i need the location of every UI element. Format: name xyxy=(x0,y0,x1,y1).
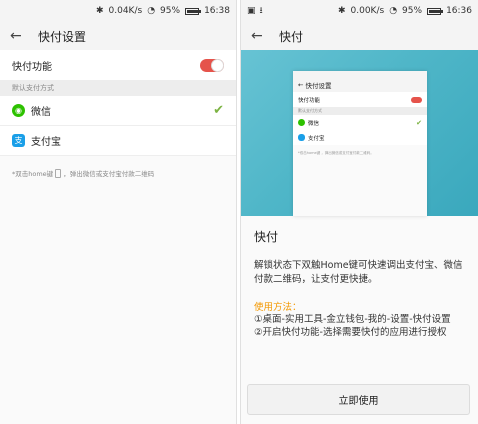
preview-wechat-label: 微信 xyxy=(308,120,320,127)
hint-part-2: ，弹出微信或支付宝付款二维码 xyxy=(63,170,155,178)
preview-toggle xyxy=(411,96,422,103)
usage-step-2: ②开启快付功能-选择需要快付的应用进行授权 xyxy=(254,327,447,338)
preview-alipay-label: 支付宝 xyxy=(308,135,325,142)
wechat-icon: ◉ xyxy=(12,104,25,117)
option-label: 微信 xyxy=(31,107,51,118)
page-title: 快付设置 xyxy=(38,29,87,44)
toggle-knob xyxy=(211,58,224,72)
battery-percent: 95% xyxy=(160,6,181,16)
network-speed: 0.04K/s xyxy=(108,6,143,16)
preview-toggle-row: 快付功能 xyxy=(293,92,427,107)
image-notification-icon: ▣ xyxy=(247,5,256,16)
checkmark-icon: ✔ xyxy=(416,118,422,127)
usage-step-1: ①桌面-实用工具-金立钱包-我的-设置-快付设置 xyxy=(254,314,451,325)
title-bar: ← 快付 xyxy=(241,22,478,50)
alipay-icon: 支 xyxy=(12,134,25,147)
checkmark-icon: ✔ xyxy=(213,103,224,118)
payment-option-wechat[interactable]: ◉ 微信 ✔ xyxy=(0,96,236,126)
network-speed: 0.00K/s xyxy=(350,6,385,16)
download-icon: ⭳ xyxy=(259,5,263,16)
preview-back-icon: ← xyxy=(298,81,306,89)
hint-part-1: *双击home键 xyxy=(12,170,54,178)
battery-icon xyxy=(185,7,202,15)
quickpay-intro-screen: ▣ ⭳ ✱ 0.00K/s ◔ 95% 16:36 ← 快付 ← 快付设置 快付… xyxy=(240,0,478,424)
battery-percent: 95% xyxy=(402,6,423,16)
quickpay-toggle-row: 快付功能 xyxy=(0,50,236,80)
preview-section: 默认支付方式 xyxy=(293,107,427,115)
home-key-icon xyxy=(55,168,62,178)
section-header: 默认支付方式 xyxy=(0,80,236,96)
quickpay-toggle[interactable] xyxy=(200,58,224,72)
status-bar: ✱ 0.04K/s ◔ 95% 16:38 xyxy=(0,0,236,22)
preview-title: ← 快付设置 xyxy=(293,78,427,92)
wifi-icon: ◔ xyxy=(147,5,156,16)
back-arrow-icon[interactable]: ← xyxy=(251,28,273,44)
preview-wechat-row: 微信 ✔ xyxy=(293,115,427,130)
toggle-label: 快付功能 xyxy=(12,61,52,73)
usage-label: 使用方法： xyxy=(254,302,302,313)
page-title: 快付 xyxy=(279,29,304,44)
preview-toggle-label: 快付功能 xyxy=(298,97,321,104)
status-bar: ▣ ⭳ ✱ 0.00K/s ◔ 95% 16:36 xyxy=(241,0,478,22)
intro-content: 快付 解锁状态下双触Home键可快速调出支付宝、微信付款二维码，让支付更快捷。 … xyxy=(241,216,478,351)
preview-hint: *双击home键 ，弹出微信或支付宝付款二维码。 xyxy=(298,151,374,155)
bluetooth-icon: ✱ xyxy=(337,5,346,16)
option-label: 支付宝 xyxy=(31,137,61,148)
alipay-icon xyxy=(298,134,305,141)
feature-description: 解锁状态下双触Home键可快速调出支付宝、微信付款二维码，让支付更快捷。 xyxy=(254,260,463,285)
use-now-button[interactable]: 立即使用 xyxy=(247,384,470,415)
payment-option-alipay[interactable]: 支 支付宝 xyxy=(0,126,236,156)
bluetooth-icon: ✱ xyxy=(95,5,104,16)
battery-icon xyxy=(427,7,444,15)
settings-screen: ✱ 0.04K/s ◔ 95% 16:38 ← 快付设置 快付功能 默认支付方式… xyxy=(0,0,237,424)
title-bar: ← 快付设置 xyxy=(0,22,236,50)
preview-alipay-row: 支付宝 xyxy=(293,130,427,145)
clock: 16:38 xyxy=(204,6,230,16)
back-arrow-icon[interactable]: ← xyxy=(10,28,32,44)
wifi-icon: ◔ xyxy=(389,5,398,16)
hint-text: *双击home键 ，弹出微信或支付宝付款二维码 xyxy=(0,156,236,190)
preview-status-bar xyxy=(293,71,427,78)
preview-title-text: 快付设置 xyxy=(305,82,332,90)
preview-screenshot: ← 快付设置 快付功能 默认支付方式 微信 ✔ 支付宝 *双击home键 ，弹出… xyxy=(293,71,427,216)
wechat-icon xyxy=(298,119,305,126)
clock: 16:36 xyxy=(446,6,472,16)
feature-heading: 快付 xyxy=(254,230,279,244)
hero-banner: ← 快付设置 快付功能 默认支付方式 微信 ✔ 支付宝 *双击home键 ，弹出… xyxy=(241,50,478,216)
